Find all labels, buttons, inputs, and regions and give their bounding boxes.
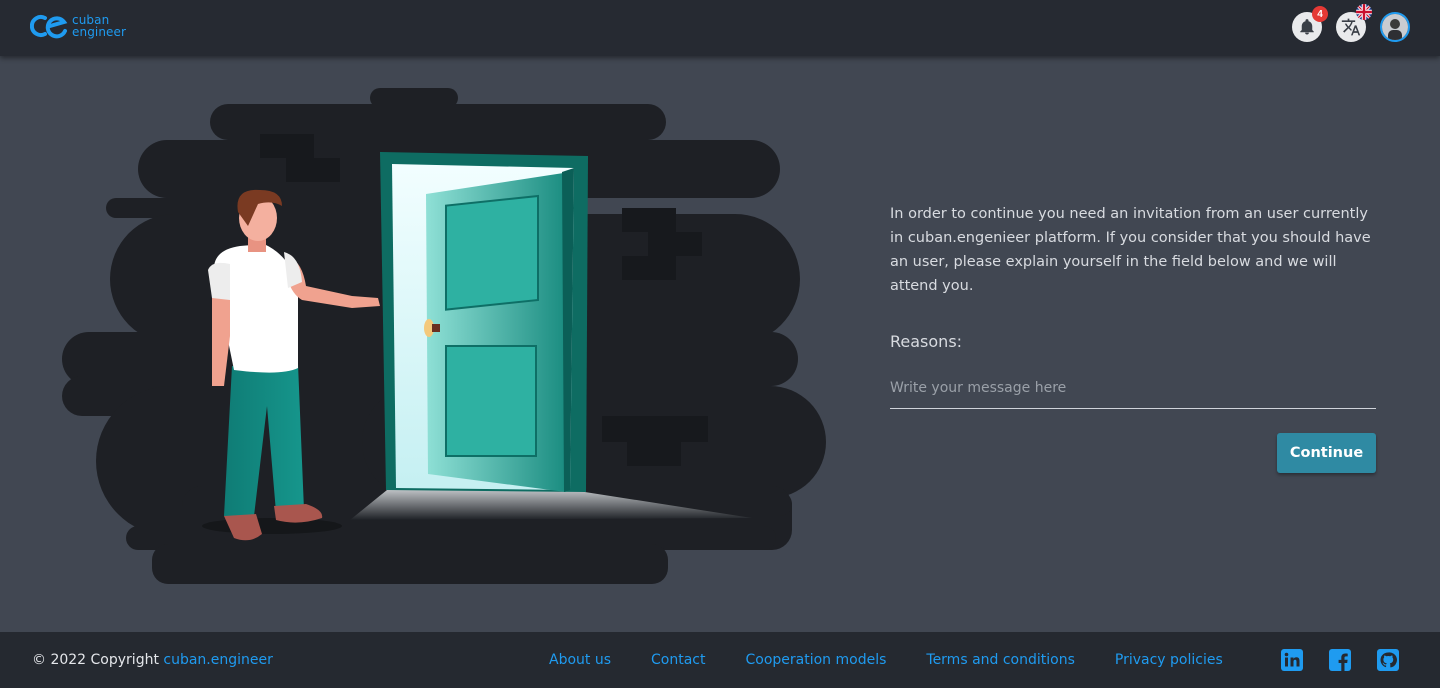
footer-link-about[interactable]: About us	[549, 652, 611, 668]
copyright: © 2022 Copyright cuban.engineer	[32, 652, 273, 668]
bell-icon	[1300, 19, 1314, 35]
notifications-button[interactable]: 4	[1292, 6, 1328, 42]
user-avatar[interactable]	[1380, 12, 1410, 42]
linkedin-icon[interactable]	[1280, 648, 1304, 672]
logo-line2: engineer	[72, 25, 127, 39]
footer-link-contact[interactable]: Contact	[651, 652, 705, 668]
avatar-image	[1382, 14, 1408, 40]
reasons-label: Reasons:	[890, 332, 963, 351]
logo-text: cuban engineer	[72, 14, 126, 38]
door-illustration	[62, 88, 826, 584]
continue-button[interactable]: Continue	[1277, 433, 1376, 473]
logo[interactable]: cuban engineer	[30, 13, 126, 39]
footer-link-cooperation[interactable]: Cooperation models	[745, 652, 886, 668]
language-button[interactable]	[1336, 4, 1372, 42]
notification-count-badge: 4	[1312, 6, 1328, 22]
facebook-icon[interactable]	[1328, 648, 1352, 672]
social-links	[1280, 648, 1400, 672]
copyright-link[interactable]: cuban.engineer	[163, 652, 272, 668]
logo-icon	[30, 15, 68, 39]
top-bar: cuban engineer 4	[0, 0, 1440, 56]
footer-link-terms[interactable]: Terms and conditions	[926, 652, 1075, 668]
translate-icon	[1341, 18, 1361, 36]
invitation-form: In order to continue you need an invitat…	[890, 202, 1376, 473]
uk-flag-icon	[1356, 4, 1372, 20]
footer-link-privacy[interactable]: Privacy policies	[1115, 652, 1223, 668]
github-icon[interactable]	[1376, 648, 1400, 672]
copyright-text: © 2022 Copyright	[32, 652, 159, 668]
message-input[interactable]	[890, 377, 1376, 409]
intro-text: In order to continue you need an invitat…	[890, 206, 1371, 294]
footer-links: About us Contact Cooperation models Term…	[549, 652, 1223, 668]
footer: © 2022 Copyright cuban.engineer About us…	[0, 632, 1440, 688]
